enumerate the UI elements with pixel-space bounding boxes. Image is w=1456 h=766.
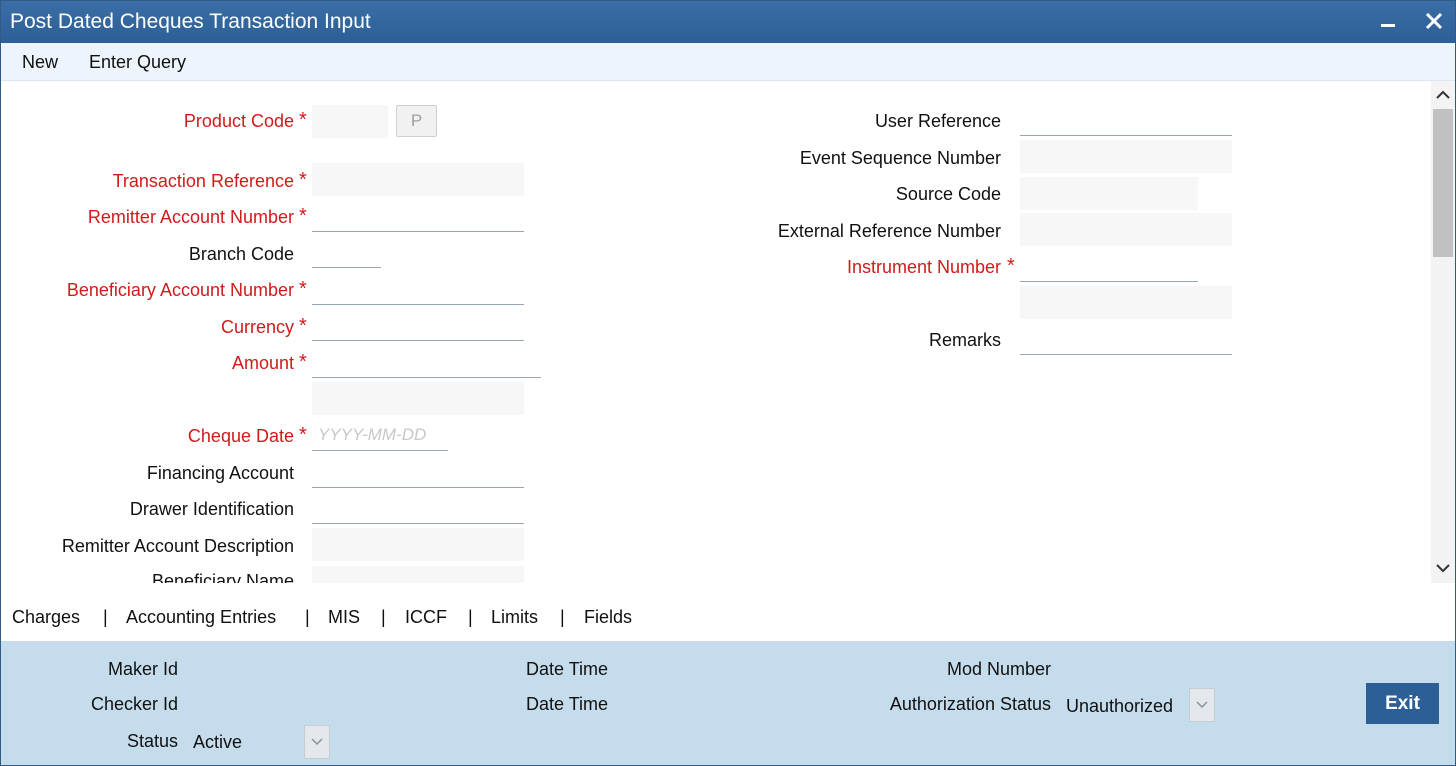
scroll-down-button[interactable] [1435,560,1451,576]
instrument-description-field [1020,286,1232,319]
amount-description-field [312,382,524,415]
event-sequence-number-field [1020,140,1232,173]
status-dropdown[interactable] [304,725,330,759]
required-marker: * [299,169,307,191]
financing-account-label: Financing Account [146,463,294,483]
remarks-label: Remarks [928,330,1001,350]
close-button[interactable] [1419,6,1449,36]
tab-separator: | [305,607,310,627]
product-code-lov-button[interactable]: P [396,105,437,137]
user-reference-field[interactable] [1020,103,1232,136]
tab-iccf[interactable]: ICCF [405,607,447,628]
remitter-account-description-label: Remitter Account Description [61,536,294,556]
product-code-label: Product Code [183,111,294,131]
form-content: Product Code * P Transaction Reference *… [1,81,1431,583]
beneficiary-name-label: Beneficiary Name [151,571,294,583]
tab-fields[interactable]: Fields [584,607,632,628]
required-marker: * [1007,255,1015,277]
currency-label: Currency [220,317,294,337]
tab-separator: | [381,607,386,627]
tab-mis[interactable]: MIS [328,607,360,628]
menu-bar: New Enter Query [1,43,1455,81]
required-marker: * [299,351,307,373]
authorization-status-dropdown[interactable] [1189,688,1215,722]
product-code-field[interactable] [312,105,388,138]
scroll-up-button[interactable] [1435,87,1451,103]
user-reference-label: User Reference [874,111,1001,131]
remitter-account-number-field[interactable] [312,199,524,232]
transaction-reference-field[interactable] [312,163,524,196]
required-marker: * [299,424,307,446]
beneficiary-account-number-field[interactable] [312,272,524,305]
tab-charges[interactable]: Charges [12,607,80,628]
window-title: Post Dated Cheques Transaction Input [10,10,371,33]
authorization-status-label: Authorization Status [889,694,1051,714]
subsystem-tab-bar: Charges | Accounting Entries | MIS | ICC… [1,593,1455,641]
beneficiary-name-field [312,566,524,583]
chevron-up-icon [1436,90,1450,99]
checker-id-label: Checker Id [90,694,178,714]
chevron-down-icon [311,738,323,746]
source-code-label: Source Code [895,184,1001,204]
minimize-icon [1381,24,1395,27]
required-marker: * [299,205,307,227]
instrument-number-label: Instrument Number [846,257,1001,277]
checker-date-time-label: Date Time [526,694,609,714]
status-value: Active [193,732,243,752]
title-bar: Post Dated Cheques Transaction Input [1,1,1455,43]
external-reference-number-field [1020,213,1232,246]
currency-field[interactable] [312,308,524,341]
required-marker: * [299,109,307,131]
branch-code-label: Branch Code [188,244,294,264]
remitter-account-number-label: Remitter Account Number [87,207,294,227]
branch-code-field[interactable] [312,235,381,268]
event-sequence-number-label: Event Sequence Number [799,148,1001,168]
tab-separator: | [560,607,565,627]
remitter-account-description-field [312,528,524,561]
remarks-field[interactable] [1020,322,1232,355]
external-reference-number-label: External Reference Number [777,221,1001,241]
chevron-down-icon [1196,701,1208,709]
maker-date-time-label: Date Time [526,659,609,679]
cheque-date-placeholder: YYYY-MM-DD [318,425,427,444]
minimize-button[interactable] [1373,6,1403,36]
vertical-scrollbar[interactable] [1431,81,1455,583]
financing-account-field[interactable] [312,455,524,488]
instrument-number-field[interactable] [1020,249,1198,282]
authorization-status-value: Unauthorized [1066,696,1174,716]
amount-field[interactable] [312,345,541,378]
drawer-identification-label: Drawer Identification [129,499,294,519]
cheque-date-label: Cheque Date [187,426,294,446]
menu-enter-query[interactable]: Enter Query [89,52,186,73]
tab-accounting-entries[interactable]: Accounting Entries [126,607,276,628]
cheque-date-field[interactable]: YYYY-MM-DD [312,418,448,451]
required-marker: * [299,278,307,300]
maker-id-label: Maker Id [107,659,178,679]
status-label: Status [126,731,178,751]
drawer-identification-field[interactable] [312,491,524,524]
tab-limits[interactable]: Limits [491,607,538,628]
exit-button[interactable]: Exit [1366,683,1439,724]
tab-separator: | [103,607,108,627]
scroll-thumb[interactable] [1433,109,1453,257]
menu-new[interactable]: New [22,52,58,73]
source-code-field [1020,177,1198,210]
tab-separator: | [468,607,473,627]
chevron-down-icon [1436,564,1450,573]
amount-label: Amount [231,353,294,373]
audit-footer: Maker Id Checker Id Status Active Date T… [1,641,1455,765]
close-icon [1425,12,1443,30]
mod-number-label: Mod Number [946,659,1051,679]
beneficiary-account-number-label: Beneficiary Account Number [66,280,294,300]
required-marker: * [299,315,307,337]
pdc-transaction-input-window: Post Dated Cheques Transaction Input New… [0,0,1456,766]
transaction-reference-label: Transaction Reference [112,171,294,191]
